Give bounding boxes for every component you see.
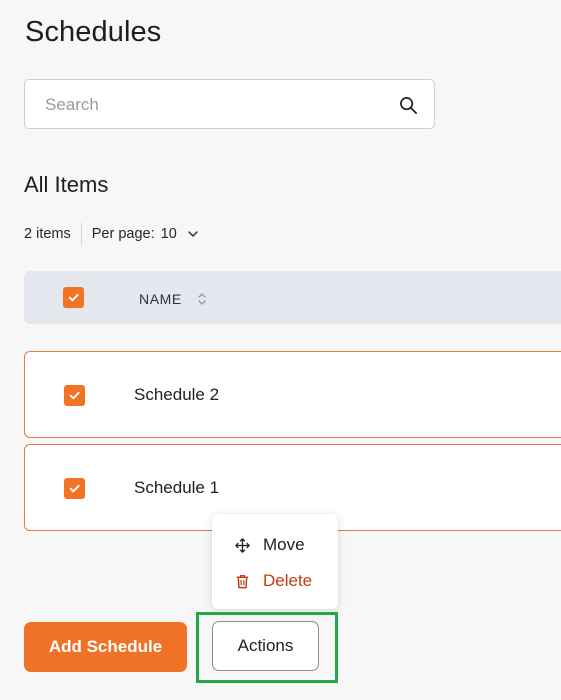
row-checkbox[interactable]	[64, 478, 85, 499]
column-header-label: NAME	[139, 291, 182, 307]
schedules-page: Schedules All Items 2 items Per page: 10…	[0, 0, 561, 700]
page-title: Schedules	[25, 16, 162, 48]
search-box[interactable]	[24, 79, 435, 129]
menu-item-delete[interactable]: Delete	[234, 570, 312, 592]
column-header-name[interactable]: NAME	[139, 290, 208, 308]
table-row[interactable]: Schedule 2	[24, 351, 561, 438]
section-title: All Items	[24, 172, 109, 197]
menu-item-delete-label: Delete	[263, 571, 313, 590]
actions-button[interactable]: Actions	[212, 621, 319, 671]
table-header: NAME	[24, 271, 561, 324]
list-meta: 2 items Per page: 10	[24, 223, 199, 245]
check-icon	[69, 391, 80, 400]
item-count: 2 items	[24, 226, 71, 242]
menu-item-move-label: Move	[263, 535, 305, 554]
chevron-down-icon	[188, 231, 198, 237]
row-name: Schedule 1	[134, 478, 220, 497]
search-input[interactable]	[45, 93, 385, 117]
add-schedule-button[interactable]: Add Schedule	[24, 622, 187, 672]
menu-item-move[interactable]: Move	[234, 534, 305, 556]
select-all-checkbox[interactable]	[63, 287, 84, 308]
check-icon	[68, 293, 79, 302]
row-checkbox[interactable]	[64, 385, 85, 406]
actions-menu: Move Delete	[212, 514, 338, 609]
per-page-value: 10	[160, 226, 177, 242]
trash-icon	[236, 574, 249, 588]
search-icon[interactable]	[399, 96, 418, 115]
per-page-label: Per page:	[91, 226, 155, 242]
divider	[80, 223, 82, 245]
check-icon	[69, 484, 80, 493]
row-name: Schedule 2	[134, 385, 220, 404]
sort-icon[interactable]	[196, 290, 208, 308]
move-icon	[235, 537, 250, 553]
per-page-dropdown[interactable]: Per page: 10	[92, 226, 199, 242]
